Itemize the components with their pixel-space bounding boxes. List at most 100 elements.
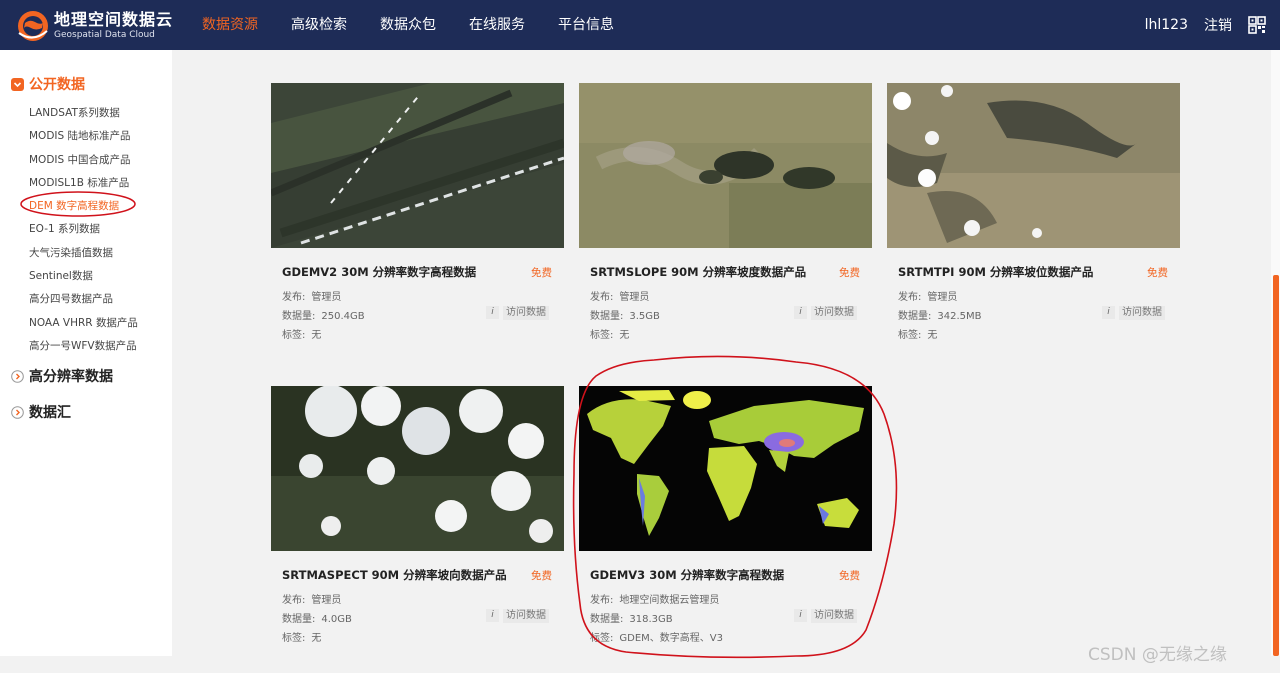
publisher-label: 发布:	[590, 595, 614, 606]
qrcode-icon[interactable]	[1248, 16, 1266, 34]
nav-advanced-search[interactable]: 高级检索	[279, 0, 359, 50]
card-title[interactable]: GDEMV3 30M 分辨率数字高程数据	[590, 567, 784, 583]
publisher-label: 发布:	[282, 292, 306, 303]
user-area: lhl123 注销	[1145, 0, 1266, 50]
card-title[interactable]: SRTMASPECT 90M 分辨率坡向数据产品	[282, 567, 507, 583]
card-tags: 标签: 无	[282, 629, 321, 644]
size-value: 3.5GB	[629, 311, 660, 322]
sidebar-section-hires-label: 高分辨率数据	[29, 369, 113, 385]
publisher-label: 发布:	[590, 292, 614, 303]
card-size: 数据量: 342.5MB	[898, 307, 982, 322]
card-size: 数据量: 3.5GB	[590, 307, 660, 322]
tags-label: 标签:	[282, 633, 306, 644]
visit-data-button[interactable]: 访问数据	[503, 609, 549, 623]
site-logo[interactable]: 地理空间数据云 Geospatial Data Cloud	[16, 9, 176, 43]
tags-value: 无	[311, 330, 322, 341]
sidebar-item-gf4[interactable]: 高分四号数据产品	[29, 288, 138, 311]
publisher-value: 管理员	[927, 292, 958, 303]
free-badge: 免费	[531, 267, 552, 279]
size-label: 数据量:	[590, 311, 624, 322]
size-value: 342.5MB	[937, 311, 982, 322]
tags-value: 无	[311, 633, 322, 644]
sidebar-item-air-pollution[interactable]: 大气污染插值数据	[29, 242, 138, 265]
publisher-label: 发布:	[282, 595, 306, 606]
card-size: 数据量: 4.0GB	[282, 610, 352, 625]
card-tags: 标签: 无	[282, 326, 321, 341]
publisher-value: 管理员	[311, 292, 342, 303]
sidebar-item-sentinel[interactable]: Sentinel数据	[29, 265, 138, 288]
sidebar-section-public[interactable]: 公开数据	[11, 74, 85, 94]
publisher-value: 管理员	[311, 595, 342, 606]
top-navbar: 地理空间数据云 Geospatial Data Cloud 数据资源 高级检索 …	[0, 0, 1280, 50]
tags-value: 无	[927, 330, 938, 341]
tags-value: GDEM、数字高程、V3	[619, 633, 723, 644]
dataset-card-srtmslope[interactable]: SRTMSLOPE 90M 分辨率坡度数据产品 免费 发布: 管理员 数据量: 3.…	[579, 83, 872, 348]
tags-label: 标签:	[590, 633, 614, 644]
nav-crowdsource[interactable]: 数据众包	[368, 0, 448, 50]
nav-platform-info[interactable]: 平台信息	[546, 0, 626, 50]
chevron-down-icon	[11, 77, 24, 91]
nav-data-resources[interactable]: 数据资源	[190, 0, 270, 50]
dataset-card-gdemv2[interactable]: GDEMV2 30M 分辨率数字高程数据 免费 发布: 管理员 数据量: 250.4…	[271, 83, 564, 348]
free-badge: 免费	[839, 570, 860, 582]
card-publisher: 发布: 管理员	[282, 591, 341, 606]
logout-link[interactable]: 注销	[1204, 15, 1232, 35]
info-icon[interactable]: i	[486, 609, 499, 622]
free-badge: 免费	[1147, 267, 1168, 279]
publisher-label: 发布:	[898, 292, 922, 303]
visit-data-button[interactable]: 访问数据	[811, 306, 857, 320]
size-value: 318.3GB	[629, 614, 673, 625]
world-elevation-map-thumbnail	[579, 386, 872, 551]
sidebar-section-hires[interactable]: 高分辨率数据	[11, 366, 113, 386]
size-label: 数据量:	[282, 311, 316, 322]
public-data-list: LANDSAT系列数据 MODIS 陆地标准产品 MODIS 中国合成产品 MO…	[29, 102, 138, 358]
size-label: 数据量:	[590, 614, 624, 625]
username-link[interactable]: lhl123	[1145, 17, 1188, 33]
dataset-card-srtmaspect[interactable]: SRTMASPECT 90M 分辨率坡向数据产品 免费 发布: 管理员 数据量: 4…	[271, 386, 564, 651]
visit-data-button[interactable]: 访问数据	[1119, 306, 1165, 320]
size-label: 数据量:	[898, 311, 932, 322]
info-icon[interactable]: i	[1102, 306, 1115, 319]
dataset-card-gdemv3[interactable]: GDEMV3 30M 分辨率数字高程数据 免费 发布: 地理空间数据云管理员 数据…	[579, 386, 872, 651]
card-publisher: 发布: 地理空间数据云管理员	[590, 591, 719, 606]
satellite-thumbnail	[887, 83, 1180, 248]
card-size: 数据量: 250.4GB	[282, 307, 365, 322]
sidebar-item-landsat[interactable]: LANDSAT系列数据	[29, 102, 138, 125]
card-tags: 标签: 无	[898, 326, 937, 341]
card-tags: 标签: GDEM、数字高程、V3	[590, 629, 723, 644]
scrollbar[interactable]	[1271, 50, 1280, 656]
chevron-right-icon	[11, 405, 24, 419]
nav-online-service[interactable]: 在线服务	[457, 0, 537, 50]
globe-logo-icon	[18, 11, 48, 41]
card-publisher: 发布: 管理员	[590, 288, 649, 303]
tags-value: 无	[619, 330, 630, 341]
free-badge: 免费	[839, 267, 860, 279]
card-title[interactable]: SRTMTPI 90M 分辨率坡位数据产品	[898, 264, 1093, 280]
info-icon[interactable]: i	[794, 609, 807, 622]
card-title[interactable]: GDEMV2 30M 分辨率数字高程数据	[282, 264, 476, 280]
size-value: 4.0GB	[321, 614, 352, 625]
publisher-value: 管理员	[619, 292, 650, 303]
sidebar-item-eo1[interactable]: EO-1 系列数据	[29, 218, 138, 241]
logo-en-text: Geospatial Data Cloud	[54, 30, 155, 40]
chevron-right-icon	[11, 369, 24, 383]
sidebar: 公开数据 LANDSAT系列数据 MODIS 陆地标准产品 MODIS 中国合成…	[0, 50, 172, 656]
satellite-thumbnail	[579, 83, 872, 248]
csdn-watermark: CSDN @无缘之缘	[1088, 645, 1227, 665]
visit-data-button[interactable]: 访问数据	[811, 609, 857, 623]
sidebar-item-gf1-wfv[interactable]: 高分一号WFV数据产品	[29, 335, 138, 358]
sidebar-item-modis-land[interactable]: MODIS 陆地标准产品	[29, 125, 138, 148]
sidebar-item-noaa[interactable]: NOAA VHRR 数据产品	[29, 312, 138, 335]
main-nav: 数据资源 高级检索 数据众包 在线服务 平台信息	[190, 0, 635, 50]
info-icon[interactable]: i	[486, 306, 499, 319]
info-icon[interactable]: i	[794, 306, 807, 319]
sidebar-item-modis-china[interactable]: MODIS 中国合成产品	[29, 149, 138, 172]
sidebar-item-modisl1b[interactable]: MODISL1B 标准产品	[29, 172, 138, 195]
sidebar-item-dem[interactable]: DEM 数字高程数据	[29, 195, 138, 218]
dataset-card-srtmtpi[interactable]: SRTMTPI 90M 分辨率坡位数据产品 免费 发布: 管理员 数据量: 342.…	[887, 83, 1180, 348]
scrollbar-thumb[interactable]	[1273, 275, 1279, 656]
card-title[interactable]: SRTMSLOPE 90M 分辨率坡度数据产品	[590, 264, 806, 280]
sidebar-section-hub[interactable]: 数据汇	[11, 402, 71, 422]
sidebar-section-public-label: 公开数据	[29, 77, 85, 93]
visit-data-button[interactable]: 访问数据	[503, 306, 549, 320]
